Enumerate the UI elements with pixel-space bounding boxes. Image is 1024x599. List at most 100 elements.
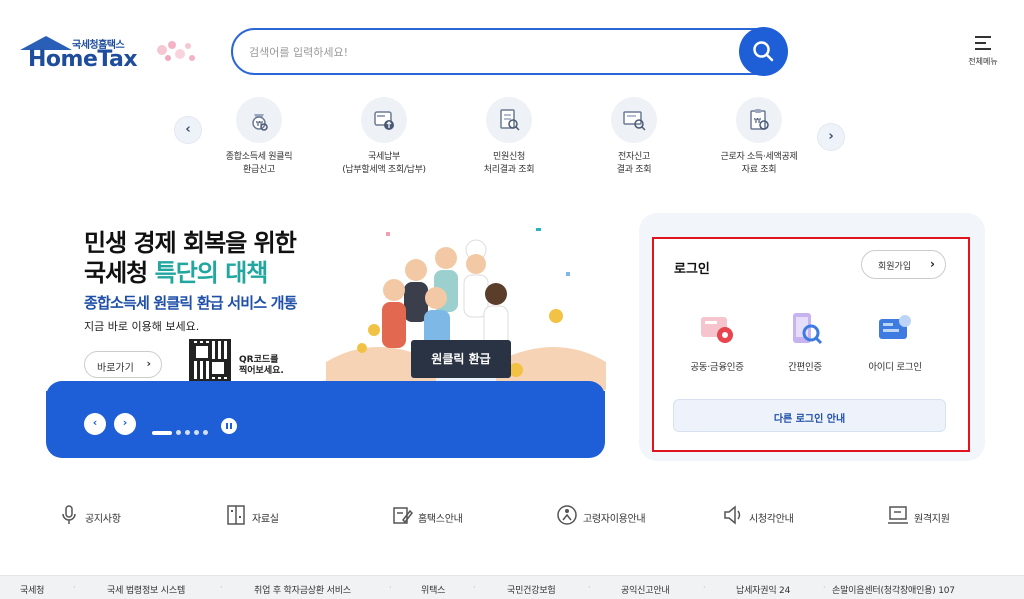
footer-link[interactable]: 취업 후 학자금상환 서비스: [254, 583, 351, 596]
footer-link[interactable]: 공익신고안내: [621, 583, 670, 596]
chevron-right-icon: ›: [146, 357, 151, 370]
chevron-right-icon: ›: [930, 257, 935, 271]
quick-menu-next-button[interactable]: ›: [817, 123, 845, 151]
footer-link[interactable]: 납세자권익 24: [736, 583, 790, 596]
footer-link[interactable]: 국세 법령정보 시스템: [107, 583, 185, 596]
quick-menu-label-1: 종합소득세 원클릭: [225, 152, 293, 162]
senior-icon: [557, 505, 577, 525]
shortcut-label: 시청각안내: [749, 514, 794, 525]
search-icon: [753, 41, 774, 62]
guide-icon: [393, 507, 413, 524]
hamburger-icon: [975, 36, 991, 54]
footer-separator: ·: [389, 583, 392, 592]
footer-links-bar: 국세청 · 국세 법령정보 시스템 · 취업 후 학자금상환 서비스 · 위택스…: [0, 575, 1024, 599]
footer-separator: ·: [703, 583, 706, 592]
shortcut-label: 원격지원: [914, 514, 950, 525]
simple-auth-icon: [785, 309, 825, 349]
quick-menu-label-2: 자료 조회: [741, 165, 777, 175]
qr-code-icon: [189, 339, 231, 381]
other-login-label: 다른 로그인 안내: [773, 414, 846, 425]
banner-headline-line2: 국세청 특단의 대책: [84, 258, 296, 288]
banner-subhead: 종합소득세 원클릭 환급 서비스 개통: [84, 294, 298, 312]
quick-menu-label-2: 환급신고: [243, 165, 275, 175]
join-button[interactable]: 회원가입 ›: [861, 250, 946, 279]
search-box: [231, 27, 788, 76]
search-button[interactable]: [739, 27, 788, 76]
banner-next-button[interactable]: ›: [114, 413, 136, 435]
quick-menu-label-2: (납부할세액 조회/납부): [342, 165, 426, 175]
quick-menu-label-2: 결과 조회: [616, 165, 652, 175]
search-input[interactable]: [249, 42, 729, 62]
banner-pagination[interactable]: [152, 422, 208, 435]
id-login-icon: [875, 309, 915, 349]
deduction-doc-icon: ₩: [736, 97, 782, 143]
footer-separator: ·: [588, 583, 591, 592]
pagination-dot[interactable]: [176, 430, 181, 435]
qr-caption-line1: QR코드를: [239, 355, 279, 365]
quick-menu-item[interactable]: 국세납부 (납부할세액 조회/납부): [334, 97, 434, 177]
login-title: 로그인: [674, 262, 710, 277]
banner-pause-button[interactable]: [221, 418, 237, 434]
qr-caption: QR코드를 찍어보세요.: [239, 355, 284, 377]
speaker-icon: [724, 505, 741, 525]
footer-link[interactable]: 위택스: [421, 583, 445, 596]
footer-link[interactable]: 국민건강보험: [507, 583, 556, 596]
quick-menu-label-1: 민원신청: [493, 152, 525, 162]
all-menu-button[interactable]: 전체메뉴: [962, 34, 1002, 70]
quick-menu-label-1: 근로자 소득·세액공제: [720, 152, 798, 162]
remote-support-icon: [888, 506, 908, 524]
join-label: 회원가입: [878, 262, 912, 272]
shortcut-label: 자료실: [252, 514, 279, 525]
pagination-dot[interactable]: [194, 430, 199, 435]
quick-menu-item[interactable]: ₩ 종합소득세 원클릭 환급신고: [209, 97, 309, 177]
promo-banner: 민생 경제 회복을 위한 국세청 특단의 대책 종합소득세 원클릭 환급 서비스…: [46, 212, 606, 392]
chevron-left-icon: ‹: [185, 122, 191, 137]
quick-menu-label-1: 전자신고: [618, 152, 650, 162]
login-panel: 로그인 회원가입 › 공동·금융인증 간편인증 아이디 로그인 다른 로그인 안…: [652, 237, 970, 452]
banner-headline: 민생 경제 회복을 위한 국세청 특단의 대책: [84, 228, 297, 288]
banner-go-button[interactable]: 바로가기 ›: [84, 351, 162, 378]
footer-link[interactable]: 손말이음센터(청각장애인용) 107: [832, 583, 955, 596]
banner-description: 지금 바로 이용해 보세요.: [84, 320, 200, 333]
footer-link[interactable]: 국세청: [20, 583, 44, 596]
pagination-dot[interactable]: [203, 430, 208, 435]
hometax-logo[interactable]: 국세청홈택스 HomeTax: [20, 34, 195, 74]
footer-separator: ·: [473, 583, 476, 592]
archive-icon: [227, 505, 245, 525]
shortcut-label: 홈택스안내: [418, 514, 463, 525]
pagination-dot-active[interactable]: [152, 430, 172, 435]
quick-menu-label-1: 국세납부: [368, 152, 400, 162]
banner-headline-part-a: 국세청: [84, 259, 155, 287]
certificate-icon: [697, 309, 737, 349]
microphone-icon: [62, 505, 76, 524]
banner-headline-line1: 민생 경제 회복을 위한: [84, 229, 297, 257]
cherry-blossom-icon: [157, 41, 195, 61]
pause-icon: [230, 423, 232, 429]
quick-menu-item[interactable]: ₩ 근로자 소득·세액공제 자료 조회: [709, 97, 809, 177]
banner-prev-button[interactable]: ‹: [84, 413, 106, 435]
banner-go-label: 바로가기: [97, 363, 134, 374]
other-login-button[interactable]: 다른 로그인 안내: [673, 399, 946, 432]
hometax-page: 국세청홈택스 HomeTax 전체메뉴 ‹ › ₩ 종합소득세 원클릭: [0, 0, 1024, 599]
banner-controls-bar: ‹ ›: [46, 381, 605, 458]
quick-menu-label-2: 처리결과 조회: [483, 165, 535, 175]
quick-menu-item[interactable]: 전자신고 결과 조회: [584, 97, 684, 177]
shortcut-label: 고령자이용안내: [583, 514, 646, 525]
login-option-simple-auth[interactable]: 간편인증: [760, 309, 850, 373]
login-option-label: 아이디 로그인: [868, 362, 922, 373]
login-option-id[interactable]: 아이디 로그인: [850, 309, 940, 373]
footer-separator: ·: [220, 583, 223, 592]
login-option-certificate[interactable]: 공동·금융인증: [672, 309, 762, 373]
banner-headline-highlight: 특단의 대책: [154, 259, 269, 287]
tax-refund-icon: ₩: [236, 97, 282, 143]
quick-menu-item[interactable]: 민원신청 처리결과 조회: [459, 97, 559, 177]
pagination-dot[interactable]: [185, 430, 190, 435]
banner-slogan: 원클릭 환급: [411, 340, 511, 378]
qr-caption-line2: 찍어보세요.: [239, 366, 284, 376]
civil-petition-icon: [486, 97, 532, 143]
quick-menu-prev-button[interactable]: ‹: [174, 116, 202, 144]
login-option-label: 공동·금융인증: [690, 362, 744, 373]
logo-name: HomeTax: [28, 47, 138, 72]
chevron-right-icon: ›: [828, 129, 834, 144]
pause-icon: [226, 423, 228, 429]
